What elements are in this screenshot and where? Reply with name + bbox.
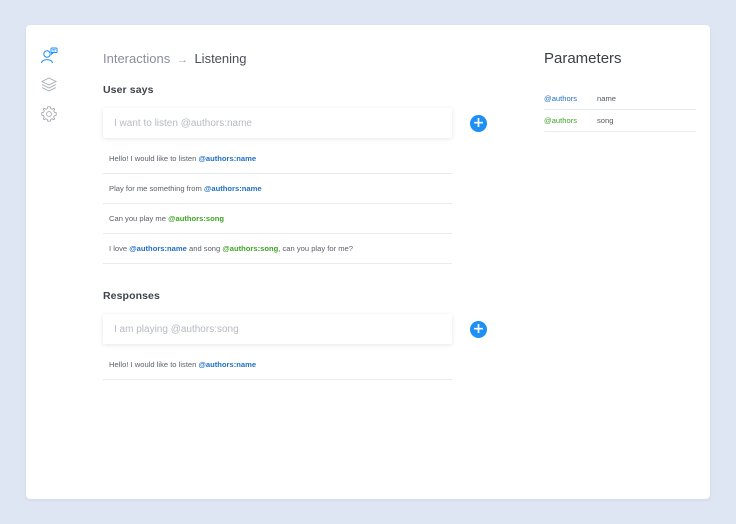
parameter-name: song	[592, 109, 696, 132]
phrase-text: Hello! I would like to listen	[109, 360, 199, 369]
phrase-text: Hello! I would like to listen	[109, 154, 199, 163]
parameter-entity: @authors	[544, 109, 592, 132]
responses-title: Responses	[103, 290, 160, 302]
breadcrumb: Interactions → Listening	[103, 50, 503, 68]
entity-token: @authors:song	[222, 244, 279, 253]
layers-icon[interactable]	[40, 76, 58, 94]
phrase-text: Can you play me	[109, 214, 169, 223]
entity-token: @authors:name	[198, 154, 257, 163]
phrase-item[interactable]: Can you play me @authors:song	[103, 204, 452, 234]
entity-token: @authors:name	[198, 360, 257, 369]
phrase-item[interactable]: I love @authors:name and song @authors:s…	[103, 234, 452, 264]
phrase-item[interactable]: Hello! I would like to listen @authors:n…	[103, 350, 452, 380]
parameters-title: Parameters	[544, 50, 622, 67]
phrase-text: I love	[109, 244, 130, 253]
phrase-text: and song	[186, 244, 223, 253]
user-chat-icon[interactable]	[40, 47, 58, 65]
user-says-input-row: +	[103, 108, 503, 138]
main-content: Interactions → Listening User says + Hel…	[103, 50, 503, 380]
sidebar	[40, 47, 60, 134]
responses-list: Hello! I would like to listen @authors:n…	[103, 350, 452, 380]
phrase-item[interactable]: Play for me something from @authors:name	[103, 174, 452, 204]
breadcrumb-current: Listening	[194, 51, 247, 66]
phrase-item[interactable]: Hello! I would like to listen @authors:n…	[103, 144, 452, 174]
parameters-table: @authors name @authors song	[544, 88, 696, 132]
gear-icon[interactable]	[40, 105, 58, 123]
add-user-says-button[interactable]: +	[470, 115, 487, 132]
parameter-row[interactable]: @authors song	[544, 109, 696, 132]
parameters-panel: Parameters @authors name @authors song	[544, 49, 696, 132]
user-says-title: User says	[103, 84, 154, 96]
entity-token: @authors:name	[129, 244, 187, 253]
breadcrumb-parent[interactable]: Interactions	[103, 51, 170, 66]
responses-input-row: +	[103, 314, 503, 344]
user-says-list: Hello! I would like to listen @authors:n…	[103, 144, 452, 264]
add-response-button[interactable]: +	[470, 321, 487, 338]
main-card: Interactions → Listening User says + Hel…	[26, 25, 710, 499]
breadcrumb-separator: →	[176, 54, 188, 66]
parameter-entity: @authors	[544, 88, 592, 110]
parameter-row[interactable]: @authors name	[544, 88, 696, 110]
entity-token: @authors:name	[203, 184, 262, 193]
responses-input[interactable]	[103, 314, 452, 344]
phrase-text: Play for me something from	[109, 184, 204, 193]
entity-token: @authors:song	[168, 214, 225, 223]
user-says-input[interactable]	[103, 108, 452, 138]
phrase-text: , can you play for me?	[278, 244, 353, 253]
parameter-name: name	[592, 88, 696, 110]
